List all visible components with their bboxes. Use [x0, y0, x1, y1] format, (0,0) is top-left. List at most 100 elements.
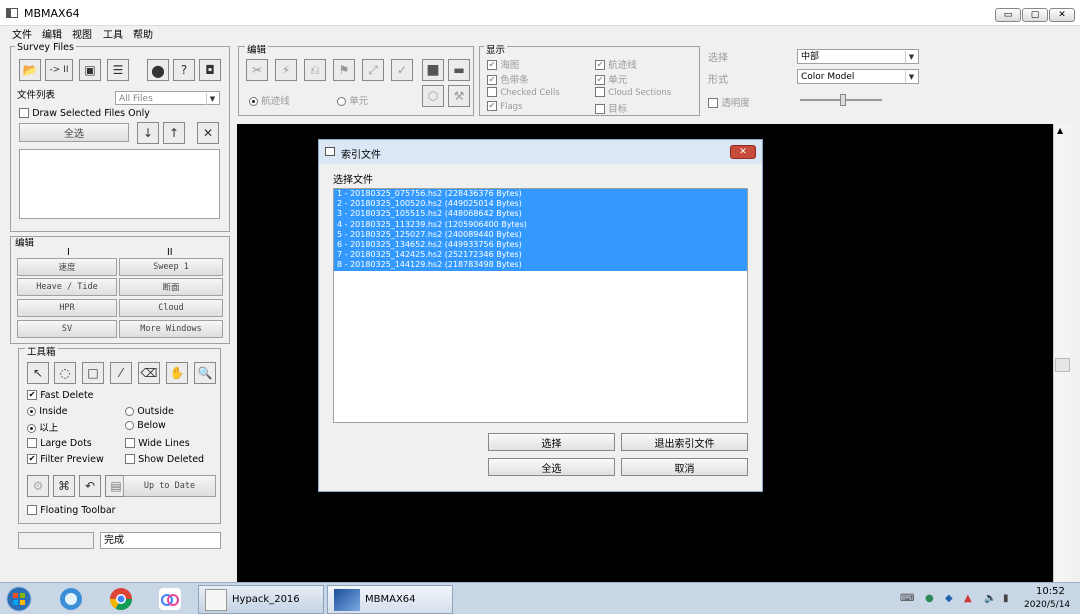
list-item[interactable]: 8 - 20180325_144129.hs2 (218783498 Bytes… — [334, 260, 747, 271]
chrome-icon[interactable] — [106, 585, 136, 613]
circle-icon[interactable]: ● — [147, 59, 169, 81]
rectangle-select-icon[interactable]: □ — [82, 362, 104, 384]
show-deleted-checkbox[interactable] — [125, 454, 135, 464]
chart-checkbox[interactable]: ✔ — [487, 60, 497, 70]
back-icon[interactable]: ⎌ — [304, 59, 326, 81]
section-button[interactable]: 断面 — [119, 278, 223, 296]
polygon-icon[interactable]: ⬡ — [422, 85, 444, 107]
inside-radio[interactable] — [27, 406, 36, 416]
clock-date[interactable]: 2020/5/14 — [1024, 600, 1070, 610]
rect-icon[interactable]: ▬ — [448, 59, 470, 81]
browser-icon[interactable] — [56, 585, 86, 613]
notes-icon[interactable]: ☰ — [107, 59, 129, 81]
line-select-icon[interactable]: ⁄ — [110, 362, 132, 384]
lightning-icon[interactable]: ⚡ — [275, 59, 297, 81]
file-list[interactable] — [19, 149, 220, 219]
target-checkbox[interactable] — [595, 104, 605, 114]
tray-chat-icon[interactable]: ● — [925, 593, 934, 604]
tray-shield-icon[interactable]: ◆ — [945, 593, 953, 604]
menu-view[interactable]: 视图 — [72, 26, 92, 41]
cells-checkbox[interactable]: ✔ — [595, 75, 605, 85]
list-item[interactable]: 2 - 20180325_100520.hs2 (449025014 Bytes… — [334, 199, 747, 210]
taskbar-hypack[interactable]: Hypack_2016 — [198, 585, 324, 614]
checked-cells-checkbox[interactable] — [487, 87, 497, 97]
filter-preview-checkbox[interactable]: ✔ — [27, 454, 37, 464]
colorbar-checkbox[interactable]: ✔ — [487, 75, 497, 85]
fast-delete-checkbox[interactable]: ✔ — [27, 390, 37, 400]
clock-time[interactable]: 10:52 — [1036, 586, 1065, 597]
draw-selected-checkbox[interactable] — [19, 108, 29, 118]
cloud-sections-checkbox[interactable] — [595, 87, 605, 97]
zoom-icon[interactable]: 🔍 — [194, 362, 216, 384]
menu-tools[interactable]: 工具 — [103, 26, 123, 41]
check-icon[interactable]: ✓ — [391, 59, 413, 81]
cloud-button[interactable]: Cloud — [119, 299, 223, 317]
binoculars-icon[interactable]: ⌘ — [53, 475, 75, 497]
files-listbox[interactable]: 1 - 20180325_075756.hs2 (228436376 Bytes… — [333, 188, 748, 423]
track-radio[interactable] — [249, 96, 258, 106]
app-switch-icon[interactable] — [155, 585, 185, 613]
tray-keyboard-icon[interactable]: ⌨ — [900, 593, 914, 604]
list-item[interactable]: 1 - 20180325_075756.hs2 (228436376 Bytes… — [334, 189, 747, 200]
filter-icon[interactable]: ⚙ — [27, 475, 49, 497]
exit-index-button[interactable]: 退出索引文件 — [621, 433, 748, 451]
large-dots-checkbox[interactable] — [27, 438, 37, 448]
tray-speaker-icon[interactable]: 🔈 — [984, 593, 996, 604]
heave-tide-button[interactable]: Heave / Tide — [17, 278, 117, 296]
hpr-button[interactable]: HPR — [17, 299, 117, 317]
eraser-icon[interactable]: ⌫ — [138, 362, 160, 384]
dialog-cancel-button[interactable]: 取消 — [621, 458, 748, 476]
form-dropdown[interactable]: Color Model ▼ — [797, 69, 919, 84]
expand-icon[interactable]: ⤢ — [362, 59, 384, 81]
tray-alert-icon[interactable]: ▲ — [964, 593, 972, 604]
remove-icon[interactable]: ✕ — [197, 122, 219, 144]
trackline-checkbox[interactable]: ✔ — [595, 60, 605, 70]
list-item[interactable]: 6 - 20180325_134652.hs2 (449933756 Bytes… — [334, 239, 747, 251]
cell-radio[interactable] — [337, 96, 346, 106]
menu-file[interactable]: 文件 — [12, 26, 32, 41]
list-item[interactable]: 7 - 20180325_142425.hs2 (252172346 Bytes… — [334, 250, 747, 261]
select-all-button[interactable]: 全选 — [19, 123, 129, 142]
list-item[interactable]: 4 - 20180325_113239.hs2 (1205906400 Byte… — [334, 219, 747, 230]
file-filter-select[interactable]: All Files ▼ — [115, 91, 220, 105]
wide-lines-checkbox[interactable] — [125, 438, 135, 448]
maximize-button[interactable]: ▢ — [1022, 8, 1048, 22]
transparency-checkbox[interactable] — [708, 98, 718, 108]
cut-icon[interactable]: ✂ — [246, 59, 268, 81]
above-radio[interactable] — [27, 423, 36, 433]
help-icon[interactable]: ? — [173, 59, 195, 81]
sv-button[interactable]: SV — [17, 320, 117, 338]
menu-help[interactable]: 帮助 — [133, 26, 153, 41]
close-button[interactable]: ✕ — [1049, 8, 1075, 22]
tray-network-icon[interactable]: ▮ — [1003, 593, 1009, 604]
below-radio[interactable] — [125, 420, 134, 430]
floating-toolbar-checkbox[interactable] — [27, 505, 37, 515]
dialog-close-button[interactable]: ✕ — [730, 145, 756, 159]
transparency-slider-handle[interactable] — [840, 94, 846, 106]
lasso-icon[interactable]: ◌ — [54, 362, 76, 384]
more-windows-button[interactable]: More Windows — [119, 320, 223, 338]
box-icon[interactable]: ◘ — [199, 59, 221, 81]
arrow-down-icon[interactable]: ↓ — [137, 122, 159, 144]
tool-icon[interactable]: ⚒ — [448, 85, 470, 107]
list-item[interactable]: 3 - 20180325_105515.hs2 (448068642 Bytes… — [334, 209, 747, 220]
undo-icon[interactable]: ↶ — [79, 475, 101, 497]
select-dropdown[interactable]: 中部 ▼ — [797, 49, 919, 64]
taskbar-mbmax[interactable]: MBMAX64 — [327, 585, 453, 614]
dialog-select-all-button[interactable]: 全选 — [488, 458, 615, 476]
speed-button[interactable]: 速度 — [17, 258, 117, 276]
list-item[interactable]: 5 - 20180325_125027.hs2 (240089440 Bytes… — [334, 229, 747, 240]
arrow-up-icon[interactable]: ↑ — [163, 122, 185, 144]
menu-edit[interactable]: 编辑 — [42, 26, 62, 41]
up-to-date-button[interactable]: Up to Date — [123, 475, 216, 497]
outside-radio[interactable] — [125, 406, 134, 416]
minimize-button[interactable]: ▭ — [995, 8, 1021, 22]
flags-checkbox[interactable]: ✔ — [487, 101, 497, 111]
arrow-ii-button[interactable]: -> II — [45, 59, 73, 81]
flag-icon[interactable]: ⚑ — [333, 59, 355, 81]
scroll-thumb[interactable] — [1055, 358, 1070, 372]
start-button[interactable] — [4, 585, 34, 613]
vertical-scrollbar[interactable]: ▲ — [1053, 124, 1071, 582]
scroll-up-icon[interactable]: ▲ — [1057, 126, 1063, 135]
hand-icon[interactable]: ✋ — [166, 362, 188, 384]
